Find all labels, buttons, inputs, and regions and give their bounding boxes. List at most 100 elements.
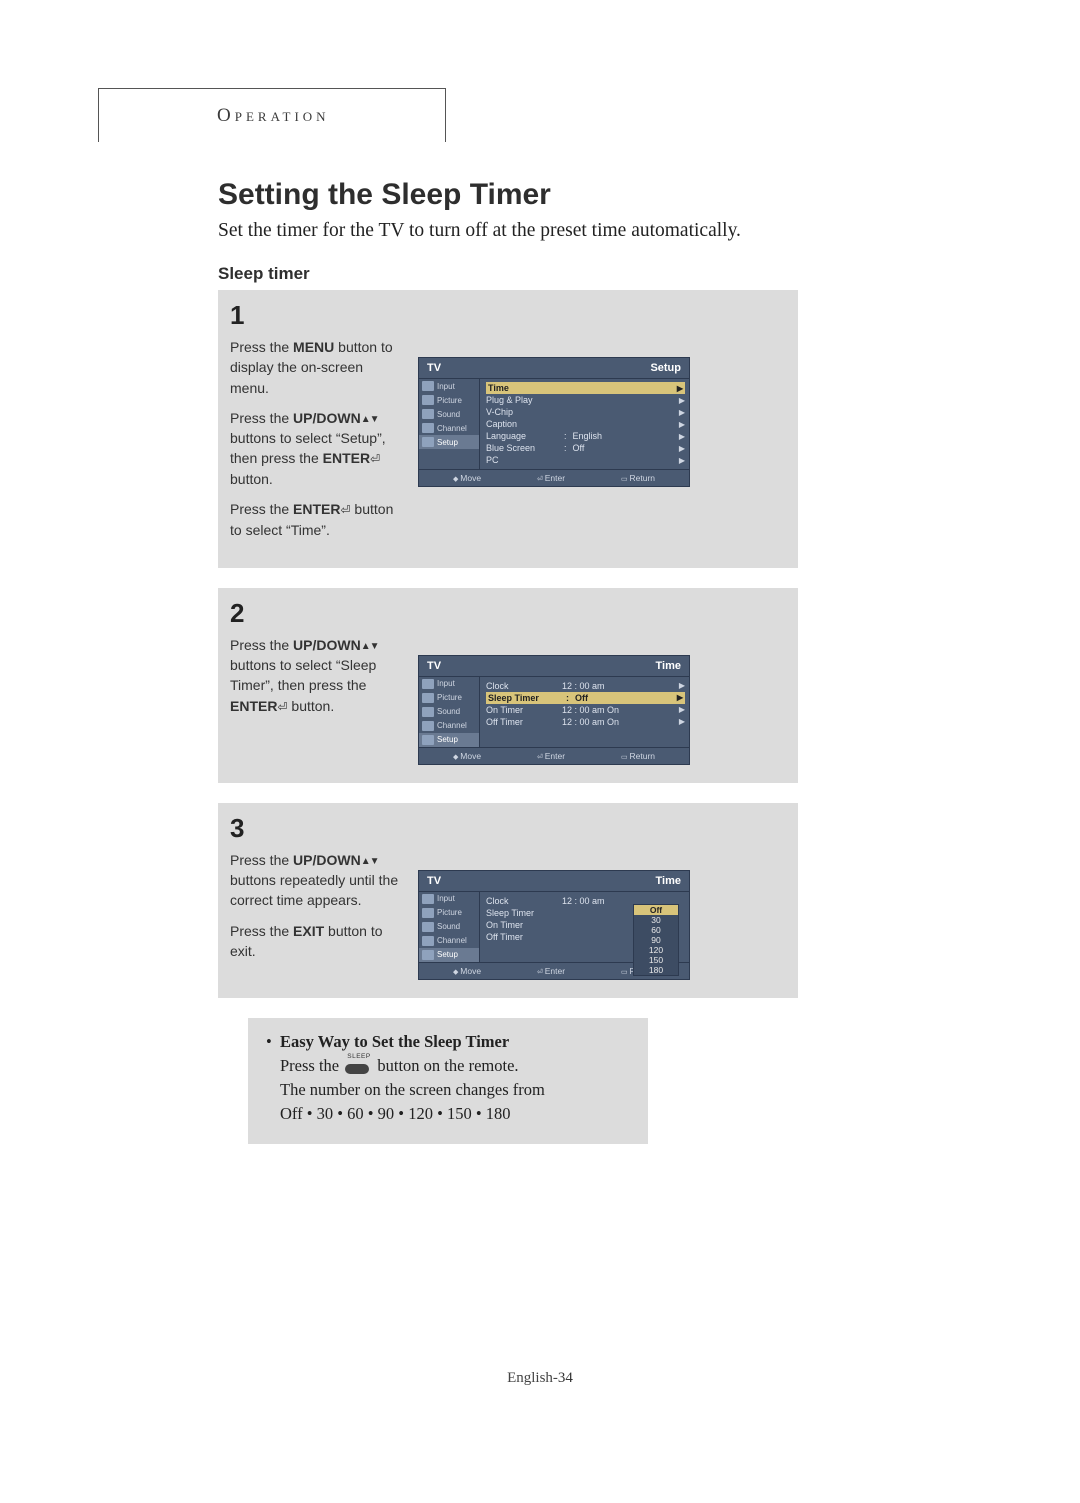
osd-sidebar-label: Picture [437, 693, 462, 702]
osd-footer-enter: Enter [537, 966, 565, 976]
osd-sidebar-label: Picture [437, 908, 462, 917]
osd-sidebar-label: Input [437, 894, 455, 903]
osd-sidebar-label: Channel [437, 721, 467, 730]
osd-sidebar: Input Picture Sound Channel Setup [419, 379, 480, 469]
osd-row-label: Clock [486, 896, 558, 906]
osd-row-label: On Timer [486, 920, 558, 930]
chevron-right-icon: ▶ [675, 693, 683, 702]
osd-sidebar-icon [422, 707, 434, 717]
tv-osd-screenshot: TVTimeInputPictureSoundChannelSetupClock… [418, 655, 690, 765]
osd-row-label: Blue Screen [486, 443, 558, 453]
osd-sidebar-icon [422, 437, 434, 447]
osd-sidebar-label: Sound [437, 410, 460, 419]
osd-sidebar-label: Input [437, 679, 455, 688]
osd-menu-row: Sleep Timer:Off▶ [486, 692, 685, 704]
osd-footer-return: Return [621, 473, 655, 483]
tv-osd-screenshot: TVTimeInputPictureSoundChannelSetupClock… [418, 870, 690, 980]
osd-row-colon: : [562, 431, 569, 441]
osd-dropdown-list: Off306090120150180 [633, 904, 679, 976]
osd-header-right: Setup [650, 362, 681, 374]
easy-way-box: •Easy Way to Set the Sleep Timer Press t… [248, 1018, 648, 1144]
osd-sidebar-icon [422, 395, 434, 405]
osd-row-label: PC [486, 455, 558, 465]
osd-header: TV Setup [419, 358, 689, 379]
bullet-icon: • [266, 1030, 280, 1054]
osd-row-label: Clock [486, 681, 558, 691]
osd-row-label: Time [488, 383, 560, 393]
osd-row-value: Off [573, 443, 673, 453]
instruction-paragraph: Press the MENU button to display the on-… [230, 337, 400, 398]
osd-sidebar-item: Input [419, 379, 479, 393]
osd-sidebar-item: Setup [419, 733, 479, 747]
osd-sidebar-item: Sound [419, 407, 479, 421]
footer-page-number: 34 [558, 1370, 573, 1386]
osd-row-value: English [573, 431, 673, 441]
osd-body: InputPictureSoundChannelSetupClock12 : 0… [419, 677, 689, 747]
osd-sidebar-icon [422, 735, 434, 745]
osd-sidebar-icon [422, 894, 434, 904]
steps-container: 1 Press the MENU button to display the on… [218, 290, 970, 998]
osd-sidebar-label: Setup [437, 438, 458, 447]
osd-body: InputPictureSoundChannelSetupTime▶Plug &… [419, 379, 689, 469]
osd-header-left: TV [427, 362, 441, 374]
osd-header-right: Time [656, 660, 681, 672]
osd-sidebar-label: Channel [437, 424, 467, 433]
page-subtitle: Set the timer for the TV to turn off at … [218, 220, 970, 242]
manual-page: Operation Setting the Sleep Timer Set th… [0, 0, 1080, 1503]
osd-footer-enter: Enter [537, 473, 565, 483]
osd-footer-enter: Enter [537, 751, 565, 761]
osd-sidebar-icon [422, 409, 434, 419]
step-instructions: Press the UP/DOWN buttons to select “Sle… [230, 635, 400, 726]
osd-sidebar-item: Picture [419, 691, 479, 705]
content-area: Setting the Sleep Timer Set the timer fo… [218, 88, 970, 1144]
osd-row-label: On Timer [486, 705, 558, 715]
instruction-paragraph: Press the UP/DOWN buttons repeatedly unt… [230, 850, 400, 911]
osd-sidebar-item: Input [419, 892, 479, 906]
osd-main: Clock12 : 00 am▶Sleep Timer:Off▶On Timer… [480, 677, 689, 747]
osd-sidebar-icon [422, 679, 434, 689]
chevron-right-icon: ▶ [677, 420, 685, 429]
sleep-remote-button-icon: SLEEP [343, 1060, 373, 1074]
osd-dropdown-option: 150 [634, 955, 678, 965]
osd-menu-row: Plug & Play▶ [486, 394, 685, 406]
osd-menu-row: V-Chip▶ [486, 406, 685, 418]
osd-menu-row: On Timer12 : 00 am On▶ [486, 704, 685, 716]
osd-sidebar-item: Input [419, 677, 479, 691]
osd-sidebar-icon [422, 423, 434, 433]
osd-row-colon: : [564, 693, 571, 703]
easy-way-title: Easy Way to Set the Sleep Timer [280, 1032, 509, 1051]
osd-row-label: Language [486, 431, 558, 441]
osd-row-label: V-Chip [486, 407, 558, 417]
osd-row-label: Plug & Play [486, 395, 558, 405]
step-row: Press the MENU button to display the on-… [230, 337, 780, 550]
osd-row-label: Sleep Timer [486, 908, 558, 918]
osd-sidebar-icon [422, 381, 434, 391]
instruction-paragraph: Press the UP/DOWN buttons to select “Sle… [230, 635, 400, 716]
osd-header: TVTime [419, 871, 689, 892]
osd-menu-row: PC▶ [486, 454, 685, 466]
easy-line1b: button on the remote. [377, 1056, 518, 1075]
step-instructions: Press the MENU button to display the on-… [230, 337, 400, 550]
easy-line1a: Press the [280, 1056, 339, 1075]
osd-footer-move: Move [453, 966, 481, 976]
osd-header-left: TV [427, 660, 441, 672]
easy-line2: The number on the screen changes from [266, 1078, 630, 1102]
osd-sidebar: InputPictureSoundChannelSetup [419, 892, 480, 962]
chevron-right-icon: ▶ [675, 384, 683, 393]
osd-footer-return: Return [621, 751, 655, 761]
osd-row-label: Off Timer [486, 717, 558, 727]
sleep-button-label: SLEEP [347, 1052, 370, 1061]
osd-dropdown-option: 90 [634, 935, 678, 945]
step-number: 1 [230, 300, 780, 331]
osd-sidebar-item: Picture [419, 393, 479, 407]
osd-sidebar: InputPictureSoundChannelSetup [419, 677, 480, 747]
osd-sidebar-label: Picture [437, 396, 462, 405]
osd-sidebar-label: Channel [437, 936, 467, 945]
osd-menu-row: Clock12 : 00 am▶ [486, 680, 685, 692]
osd-sidebar-item: Channel [419, 934, 479, 948]
step-box: 2Press the UP/DOWN buttons to select “Sl… [218, 588, 798, 783]
osd-body: InputPictureSoundChannelSetupClock12 : 0… [419, 892, 689, 962]
osd-menu-row: Off Timer12 : 00 am On▶ [486, 716, 685, 728]
instruction-paragraph: Press the EXIT button to exit. [230, 921, 400, 962]
osd-row-label: Caption [486, 419, 558, 429]
